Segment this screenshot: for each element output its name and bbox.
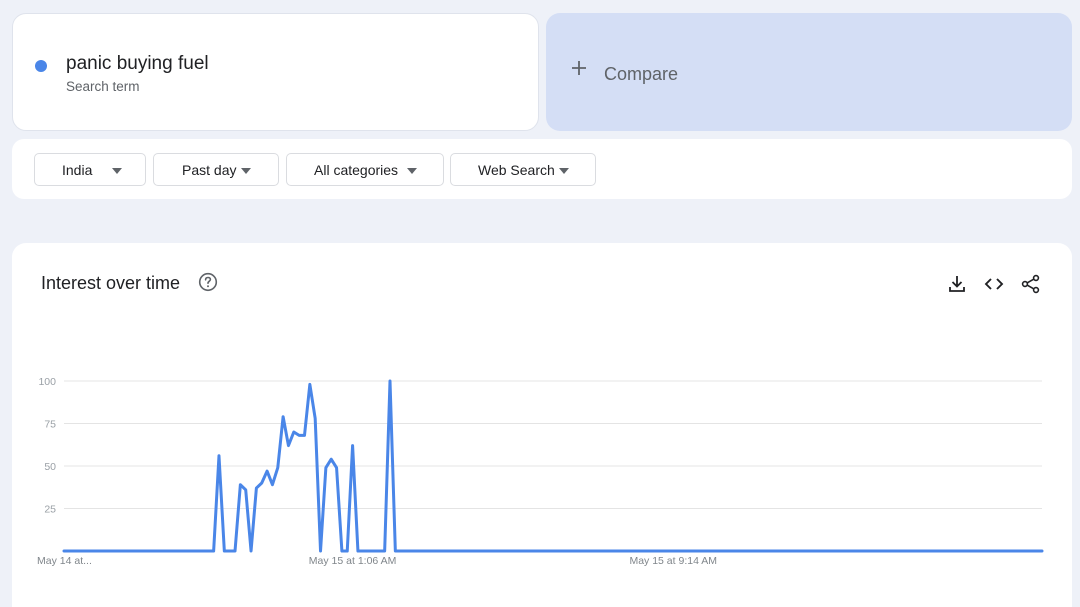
category-dropdown[interactable]: All categories <box>286 153 444 186</box>
chart-grid <box>64 380 1042 509</box>
y-tick-label: 50 <box>44 461 56 473</box>
property-label: Web Search <box>478 162 555 178</box>
region-dropdown[interactable]: India <box>34 153 146 186</box>
x-tick-label: May 15 at 9:14 AM <box>629 555 717 567</box>
interest-chart: 25 50 75 100 May 14 at... May 15 at 1:06 AM Ma… <box>37 376 1044 567</box>
search-term-card[interactable]: panic buying fuel Search term <box>12 13 539 131</box>
search-term-name[interactable]: panic buying fuel <box>66 53 209 75</box>
y-tick-label: 25 <box>44 504 56 516</box>
x-tick-label: May 14 at... <box>37 555 92 567</box>
interest-over-time-card: Interest over time 25 50 75 100 May 14 at...… <box>12 243 1072 607</box>
chevron-down-icon <box>559 168 569 174</box>
term-color-dot <box>35 60 47 72</box>
chart-axis-labels: 25 50 75 100 May 14 at... May 15 at 1:06 AM Ma… <box>37 376 717 567</box>
property-dropdown[interactable]: Web Search <box>450 153 596 186</box>
chevron-down-icon <box>241 168 251 174</box>
y-tick-label: 100 <box>38 376 56 388</box>
compare-label: Compare <box>604 64 679 84</box>
y-tick-label: 75 <box>44 419 56 431</box>
x-tick-label: May 15 at 1:06 AM <box>309 555 397 567</box>
chevron-down-icon <box>407 168 417 174</box>
region-label: India <box>62 162 93 178</box>
time-range-dropdown[interactable]: Past day <box>153 153 279 186</box>
plus-icon <box>570 58 588 82</box>
filter-bar: India Past day All categories Web Search <box>12 139 1072 199</box>
category-label: All categories <box>314 162 399 178</box>
compare-button[interactable]: Compare <box>546 13 1072 131</box>
time-range-label: Past day <box>182 162 237 178</box>
chevron-down-icon <box>112 168 122 174</box>
search-term-type: Search term <box>66 79 140 94</box>
